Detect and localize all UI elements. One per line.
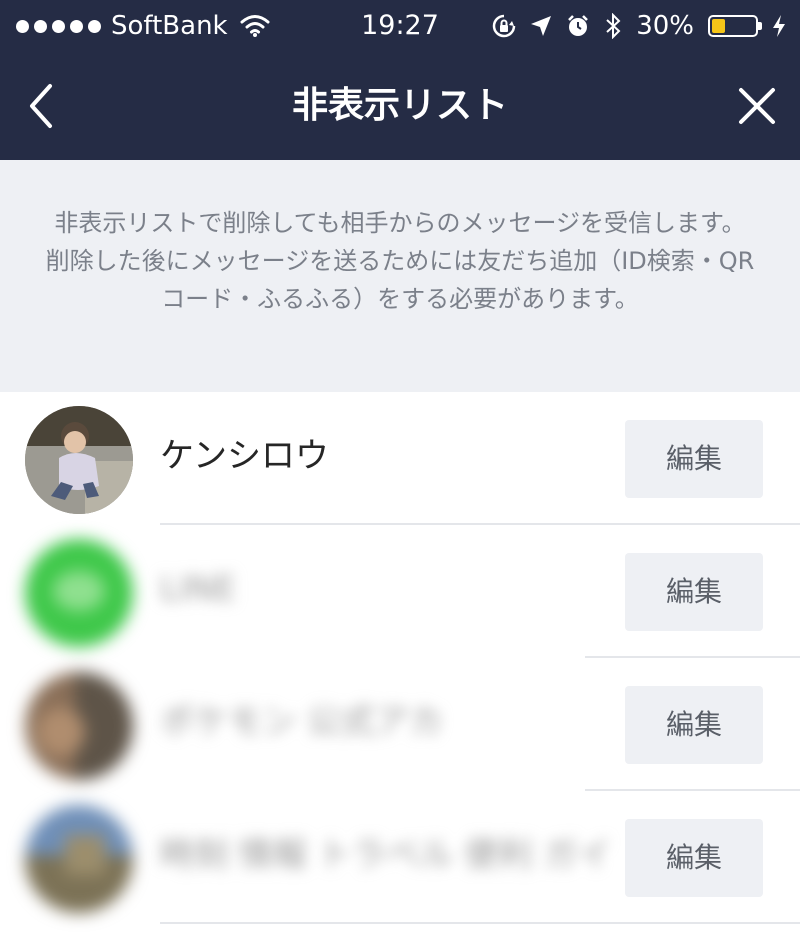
edit-button[interactable]: 編集 — [625, 686, 763, 764]
friend-name: ケンシロウ — [160, 436, 329, 476]
edit-button[interactable]: 編集 — [625, 553, 763, 631]
charging-bolt-icon — [772, 14, 786, 38]
hidden-friends-list: ケンシロウ 編集 LINE 編集 ポケモン 公式アカ 編集 時刻 情報 トラベル… — [0, 392, 800, 924]
location-arrow-icon — [530, 15, 552, 37]
notice-banner: 非表示リストで削除しても相手からのメッセージを受信します。 削除した後にメッセー… — [0, 160, 800, 392]
status-right: 30% — [492, 10, 786, 42]
battery-level-fill — [712, 19, 725, 33]
edit-button[interactable]: 編集 — [625, 819, 763, 897]
friend-name: ポケモン 公式アカ — [160, 702, 443, 742]
row-divider — [160, 922, 800, 924]
avatar — [25, 539, 133, 647]
battery-percent: 30% — [636, 11, 694, 41]
edit-button[interactable]: 編集 — [625, 420, 763, 498]
navigation-bar: 非表示リスト — [0, 52, 800, 160]
bluetooth-icon — [604, 13, 622, 39]
notice-line-2: 削除した後にメッセージを送るためには友だち追加（ID検索・QRコード・ふるふる）… — [45, 247, 755, 313]
list-item[interactable]: ポケモン 公式アカ 編集 — [0, 658, 800, 791]
avatar — [25, 672, 133, 780]
list-item[interactable]: LINE 編集 — [0, 525, 800, 658]
close-icon[interactable] — [732, 80, 782, 132]
list-item[interactable]: ケンシロウ 編集 — [0, 392, 800, 525]
battery-icon — [708, 15, 762, 37]
friend-name: LINE — [160, 569, 236, 609]
avatar — [25, 805, 133, 913]
friend-name: 時刻 情報 トラベル 便利 ガイ — [160, 835, 612, 875]
page-title: 非表示リスト — [291, 85, 508, 126]
notice-line-1: 非表示リストで削除しても相手からのメッセージを受信します。 — [54, 209, 746, 237]
avatar — [25, 406, 133, 514]
alarm-icon — [566, 14, 590, 38]
rotation-lock-icon — [492, 14, 516, 38]
list-item[interactable]: 時刻 情報 トラベル 便利 ガイ 編集 — [0, 791, 800, 924]
status-bar: SoftBank 19:27 30% — [0, 0, 800, 52]
